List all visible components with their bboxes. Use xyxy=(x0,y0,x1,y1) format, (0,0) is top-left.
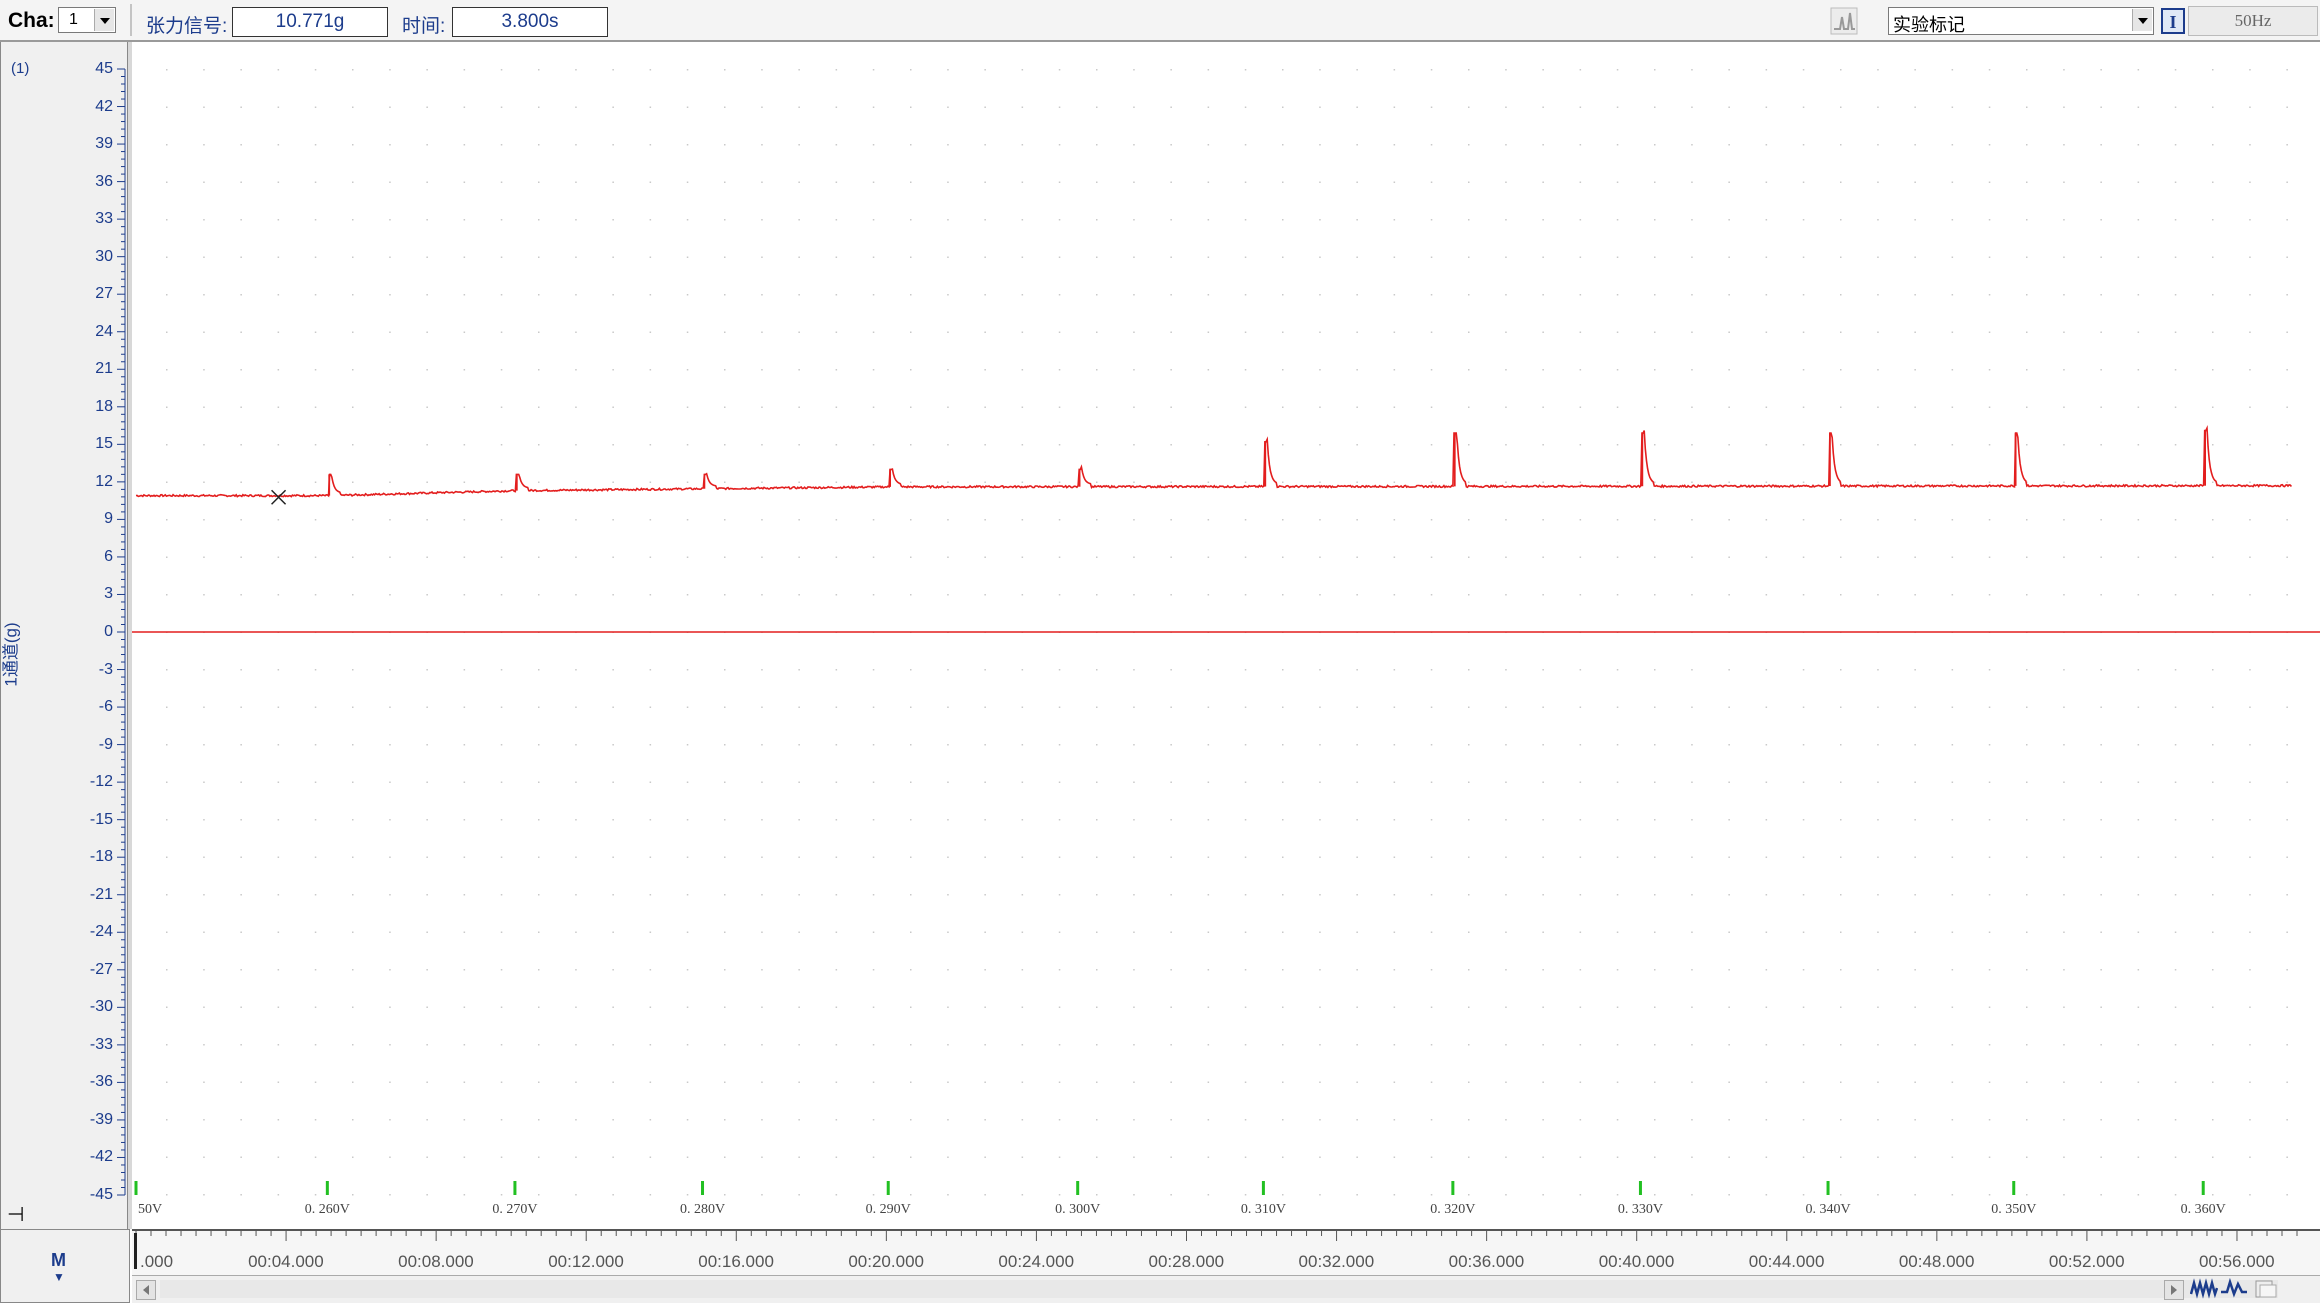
time-axis: .000 00:04.000 00:08.000 00:12.000 00:16.000… xyxy=(132,1229,2320,1275)
time-tick-label: 00:32.000 xyxy=(1298,1252,1375,1271)
toolbar-divider xyxy=(130,4,132,36)
channel-label: Cha: xyxy=(8,9,55,32)
time-tick-label: 00:20.000 xyxy=(848,1252,924,1271)
spike-chart-icon[interactable] xyxy=(1830,7,1858,35)
channel-select-value: 1 xyxy=(69,11,78,28)
stim-marker xyxy=(1261,1181,1265,1195)
stim-marker xyxy=(1638,1181,1642,1195)
stim-label: 0. 340V xyxy=(1805,1202,1850,1217)
time-tick-label: 00:52.000 xyxy=(2048,1252,2125,1271)
time-tick-label: 00:08.000 xyxy=(398,1252,474,1271)
stim-label: 0. 280V xyxy=(680,1202,725,1217)
stim-label: 50V xyxy=(138,1202,162,1217)
chevron-down-icon[interactable] xyxy=(94,9,114,31)
stim-marker xyxy=(1076,1181,1080,1195)
y-tick-marks xyxy=(117,68,126,1196)
stim-marker xyxy=(134,1181,138,1195)
stim-marker xyxy=(325,1181,329,1195)
channel-select[interactable]: 1 xyxy=(58,7,116,33)
time-cursor-handle xyxy=(134,1233,137,1269)
stim-label: 0. 270V xyxy=(492,1202,537,1217)
toolbar: Cha: 1 张力信号: 10.771g 时间: 3.800s 实验标记 I 5… xyxy=(0,0,2320,42)
y-axis-panel: (1) 1通道(g) 45 42 39 36 33 30 27 24 21 18 15 12 9 6 3 0-… xyxy=(0,42,128,1229)
stim-marker xyxy=(513,1181,517,1195)
time-tick-label: 00:56.000 xyxy=(2198,1252,2275,1271)
scroll-left-arrow[interactable] xyxy=(136,1280,156,1300)
stim-marker xyxy=(1451,1181,1455,1195)
stim-label: 0. 290V xyxy=(866,1202,911,1217)
stim-label: 0. 360V xyxy=(2181,1202,2226,1217)
frequency-button[interactable]: 50Hz xyxy=(2188,6,2318,36)
chevron-down-icon[interactable] xyxy=(2132,9,2152,31)
mark-select-value: 实验标记 xyxy=(1893,15,1965,35)
signal-value-field: 10.771g xyxy=(232,7,388,37)
m-arrow-icon[interactable]: M ▼ xyxy=(51,1250,66,1292)
time-tick-label: 00:48.000 xyxy=(1898,1252,1975,1271)
waveform-expand-icon[interactable] xyxy=(2220,1277,2248,1300)
stim-marker xyxy=(2201,1181,2205,1195)
stim-label: 0. 310V xyxy=(1241,1202,1286,1217)
time-tick-label: 00:16.000 xyxy=(698,1252,774,1271)
stim-marker xyxy=(701,1181,705,1195)
stim-marker xyxy=(886,1181,890,1195)
time-tick-label: .000 xyxy=(140,1252,174,1271)
time-tick-label: 00:28.000 xyxy=(1148,1252,1225,1271)
bottom-left-panel: M ▼ xyxy=(0,1229,130,1303)
print-icon[interactable] xyxy=(2252,1278,2280,1300)
signal-trace xyxy=(135,424,2293,498)
signal-plot[interactable]: 50V 0. 260V 0. 270V 0. 280V 0. 290V 0. 300V 0.… xyxy=(132,42,2320,1229)
time-tick-label: 00:12.000 xyxy=(548,1252,624,1271)
scroll-right-arrow[interactable] xyxy=(2164,1280,2184,1300)
time-tick-label: 00:44.000 xyxy=(1748,1252,1825,1271)
mark-select[interactable]: 实验标记 xyxy=(1888,7,2154,35)
time-value-field: 3.800s xyxy=(452,7,608,37)
stim-marker xyxy=(1826,1181,1830,1195)
stim-label: 0. 300V xyxy=(1055,1202,1100,1217)
stim-label: 0. 260V xyxy=(305,1202,350,1217)
scroll-track[interactable] xyxy=(160,1280,2278,1298)
stim-marker xyxy=(2012,1181,2016,1195)
time-tick-label: 00:40.000 xyxy=(1598,1252,1675,1271)
pin-icon[interactable]: ⊣ xyxy=(7,1202,24,1227)
stim-label: 0. 320V xyxy=(1430,1202,1475,1217)
horizontal-scrollbar[interactable] xyxy=(132,1275,2320,1303)
marker-i-icon[interactable]: I xyxy=(2161,7,2185,35)
time-tick-label: 00:04.000 xyxy=(248,1252,324,1271)
waveform-compress-icon[interactable] xyxy=(2189,1278,2219,1300)
stim-label: 0. 330V xyxy=(1618,1202,1663,1217)
time-tick-label: 00:36.000 xyxy=(1448,1252,1525,1271)
time-label: 时间: xyxy=(402,16,446,37)
svg-text:I: I xyxy=(2169,12,2176,32)
stim-label: 0. 350V xyxy=(1991,1202,2036,1217)
signal-label: 张力信号: xyxy=(146,16,228,37)
time-tick-label: 00:24.000 xyxy=(998,1252,1075,1271)
